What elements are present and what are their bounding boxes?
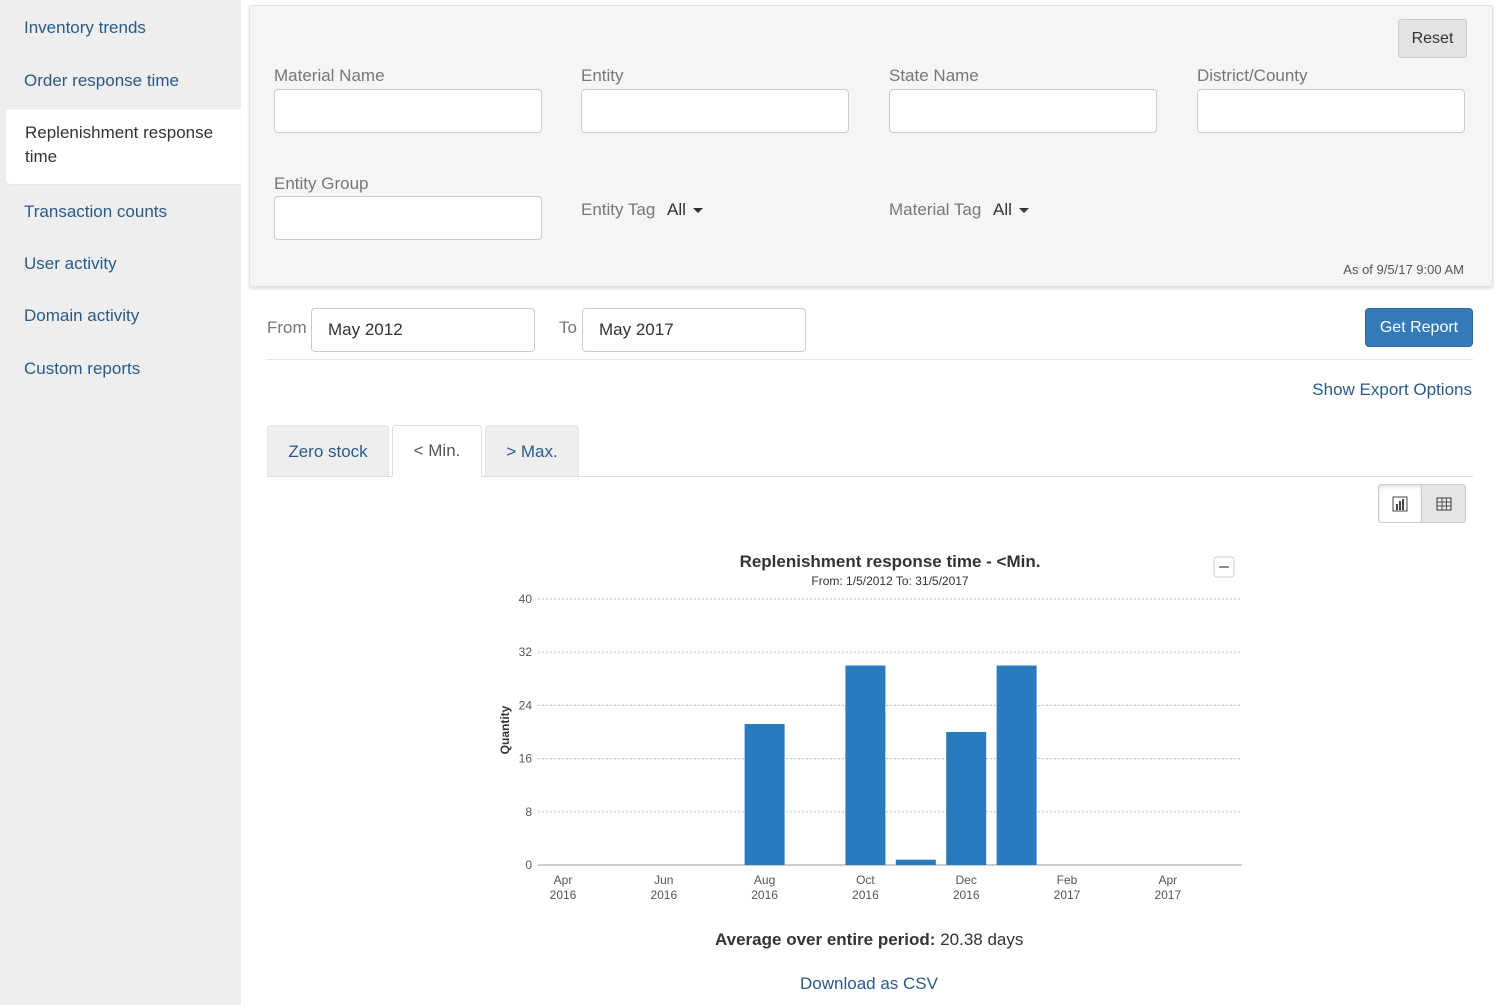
y-tick-label: 8 — [525, 805, 532, 819]
x-tick-year: 2016 — [650, 888, 677, 902]
y-axis-ticks: 0 8 16 24 32 40 — [519, 592, 533, 872]
district-county-input[interactable] — [1197, 89, 1465, 133]
show-export-options-link[interactable]: Show Export Options — [1312, 380, 1472, 400]
to-date-input[interactable]: May 2017 — [582, 308, 806, 352]
to-label: To — [559, 318, 577, 337]
view-toggle — [1378, 484, 1466, 523]
y-tick-label: 32 — [519, 645, 533, 659]
state-name-label: State Name — [889, 66, 979, 85]
chart-subtitle: From: 1/5/2012 To: 31/5/2017 — [811, 574, 969, 588]
bar[interactable] — [895, 859, 936, 865]
chart-menu-icon[interactable] — [1213, 556, 1235, 578]
bar[interactable] — [996, 665, 1037, 866]
entity-tag-value: All — [667, 200, 686, 219]
y-tick-label: 40 — [519, 592, 533, 606]
y-tick-label: 0 — [525, 858, 532, 872]
tab-zero-stock[interactable]: Zero stock — [267, 425, 389, 477]
x-axis-ticks: Apr2016Jun2016Aug2016Oct2016Dec2016Feb20… — [550, 873, 1182, 902]
x-tick-year: 2017 — [1154, 888, 1181, 902]
table-view-button[interactable] — [1422, 484, 1466, 523]
download-csv-link[interactable]: Download as CSV — [800, 974, 938, 994]
material-tag-value: All — [993, 200, 1012, 219]
from-label: From — [267, 318, 307, 337]
sidebar-item-inventory-trends[interactable]: Inventory trends — [0, 16, 241, 40]
material-name-label: Material Name — [274, 66, 385, 85]
district-county-label: District/County — [1197, 66, 1308, 85]
material-tag-dropdown[interactable]: All — [993, 200, 1029, 220]
chart-title: Replenishment response time - <Min. — [740, 552, 1041, 571]
entity-input[interactable] — [581, 89, 849, 133]
sidebar-item-replenishment-response-time[interactable]: Replenishment response time — [6, 109, 241, 184]
sidebar-item-user-activity[interactable]: User activity — [0, 252, 241, 276]
sidebar-item-transaction-counts[interactable]: Transaction counts — [0, 200, 241, 224]
y-axis-label: Quantity — [498, 705, 512, 754]
table-icon — [1435, 496, 1452, 511]
average-summary: Average over entire period: 20.38 days — [715, 930, 1023, 950]
x-tick-year: 2016 — [852, 888, 879, 902]
x-tick-label: Aug — [754, 873, 775, 887]
x-tick-label: Apr — [554, 873, 573, 887]
chart-view-button[interactable] — [1378, 484, 1422, 523]
y-tick-label: 24 — [519, 698, 533, 712]
x-tick-year: 2017 — [1054, 888, 1081, 902]
x-tick-year: 2016 — [550, 888, 577, 902]
bar[interactable] — [744, 724, 785, 865]
divider — [267, 359, 1473, 360]
x-tick-year: 2016 — [751, 888, 778, 902]
sidebar-item-domain-activity[interactable]: Domain activity — [0, 304, 241, 328]
sidebar-item-custom-reports[interactable]: Custom reports — [0, 357, 241, 381]
average-value: 20.38 days — [940, 930, 1024, 949]
material-name-input[interactable] — [274, 89, 542, 133]
sidebar-item-order-response-time[interactable]: Order response time — [0, 69, 241, 93]
caret-down-icon — [1018, 207, 1029, 213]
filter-panel: Reset Material Name Entity State Name Di… — [249, 5, 1493, 287]
entity-group-input[interactable] — [274, 196, 542, 240]
bar[interactable] — [946, 732, 987, 865]
tab-greater-than-max[interactable]: > Max. — [485, 425, 579, 477]
tab-less-than-min[interactable]: < Min. — [392, 425, 482, 477]
material-tag-label: Material Tag — [889, 200, 982, 219]
average-label: Average over entire period: — [715, 930, 936, 949]
x-tick-year: 2016 — [953, 888, 980, 902]
entity-tag-label: Entity Tag — [581, 200, 656, 219]
x-tick-label: Jun — [654, 873, 673, 887]
chart-bars — [744, 665, 1037, 866]
entity-group-label: Entity Group — [274, 174, 369, 193]
reset-button[interactable]: Reset — [1398, 19, 1467, 58]
x-tick-label: Apr — [1158, 873, 1177, 887]
replenishment-chart: Replenishment response time - <Min. From… — [498, 552, 1242, 902]
x-tick-label: Dec — [956, 873, 977, 887]
entity-label: Entity — [581, 66, 624, 85]
as-of-timestamp: As of 9/5/17 9:00 AM — [1343, 262, 1464, 277]
bar[interactable] — [845, 665, 886, 866]
from-date-input[interactable]: May 2012 — [311, 308, 535, 352]
state-name-input[interactable] — [889, 89, 1157, 133]
y-tick-label: 16 — [519, 752, 533, 766]
chart-icon — [1392, 496, 1408, 511]
caret-down-icon — [692, 207, 703, 213]
chart-grid — [538, 598, 1242, 866]
get-report-button[interactable]: Get Report — [1365, 308, 1473, 347]
x-tick-label: Oct — [856, 873, 875, 887]
entity-tag-dropdown[interactable]: All — [667, 200, 703, 220]
x-tick-label: Feb — [1057, 873, 1078, 887]
sidebar: Inventory trends Order response time Rep… — [0, 0, 241, 1005]
